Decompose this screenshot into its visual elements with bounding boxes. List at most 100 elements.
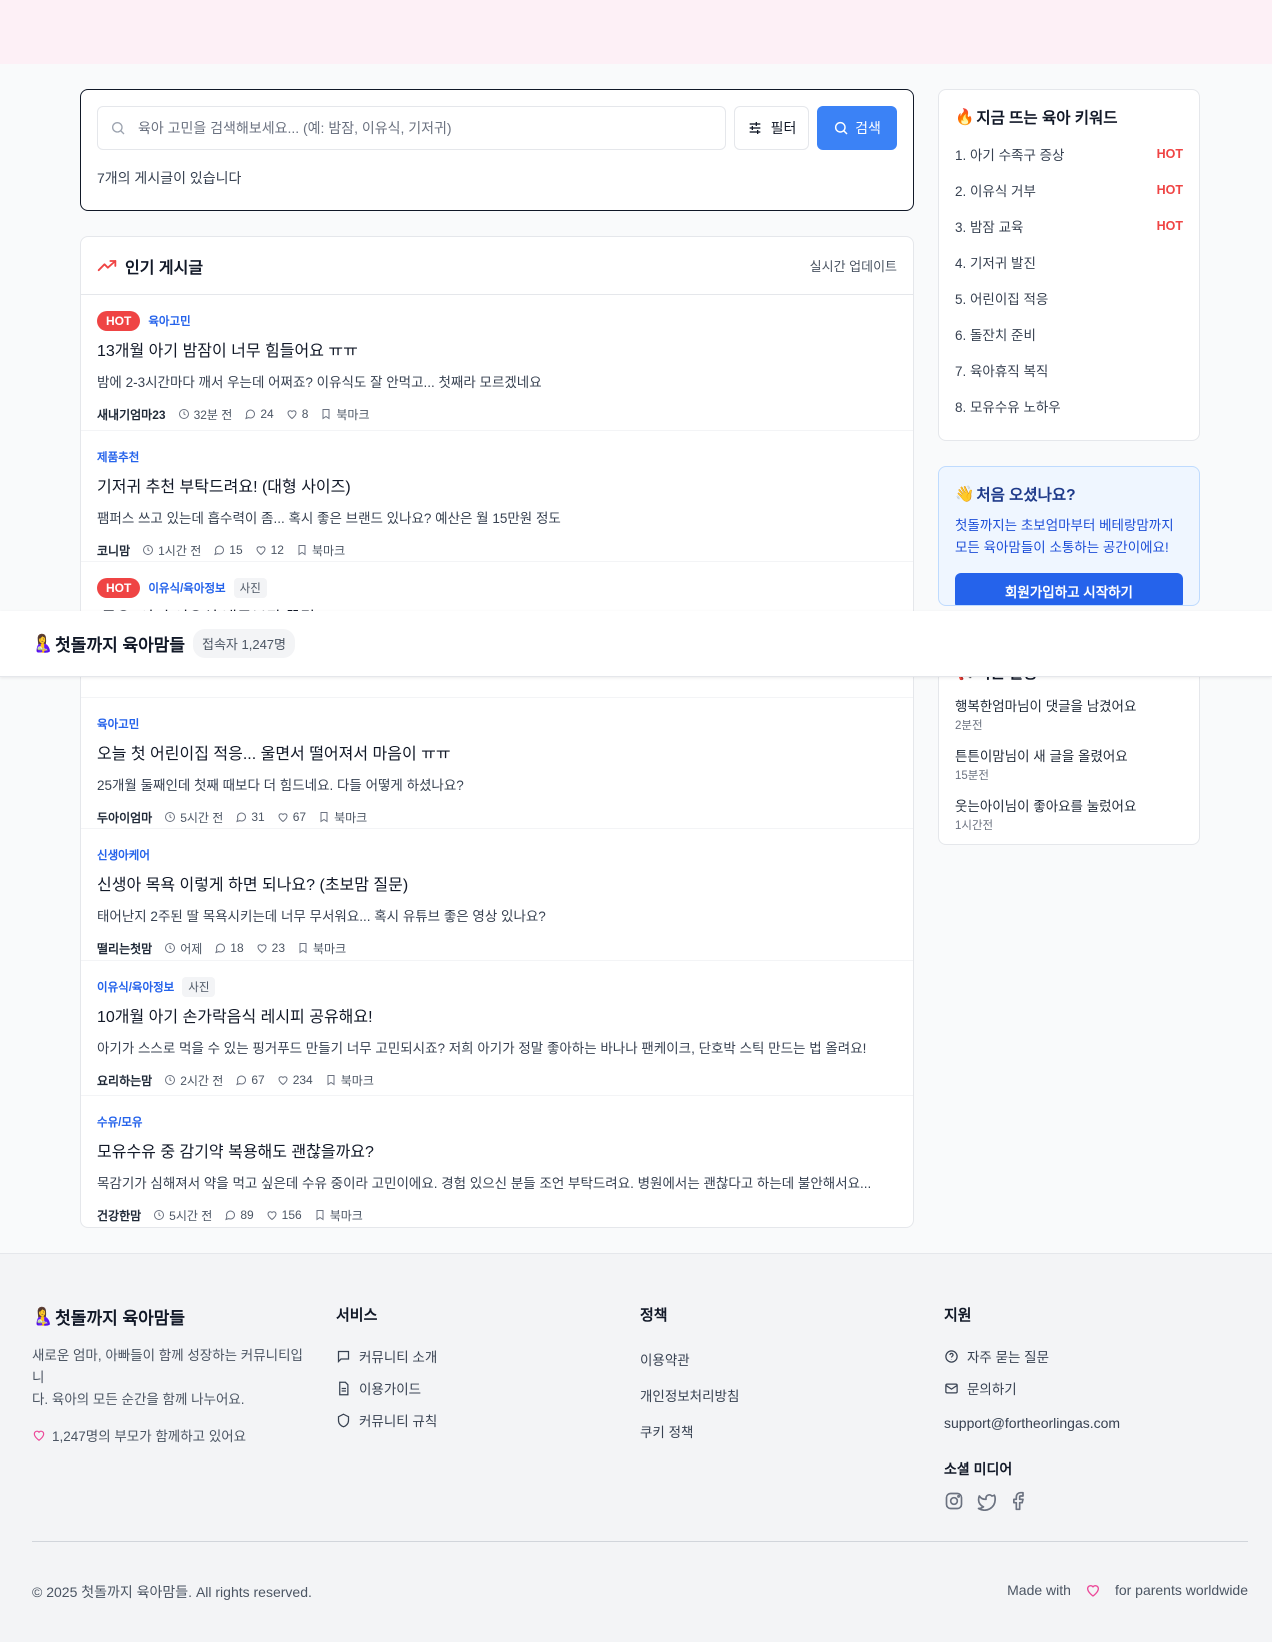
post-time: 5시간 전 [153,1207,212,1224]
service-title: 서비스 [336,1307,378,1324]
search-button[interactable]: 검색 [817,106,897,150]
category-tag[interactable]: 수유/모유 [97,1114,143,1130]
post-likes[interactable]: 8 [286,407,308,421]
welcome-card: 👋 처음 오셨나요? 첫돌까지는 초보엄마부터 베테랑맘까지 모든 육아맘들이 소… [938,466,1200,606]
clock-icon [165,812,176,822]
time-text: 1시간 전 [158,543,202,558]
footer-link-rules[interactable]: 커뮤니티 규칙 [336,1411,640,1429]
hot-badge: HOT [97,578,141,598]
like-count: 67 [292,810,307,824]
post-author[interactable]: 건강한맘 [97,1207,141,1224]
post-item[interactable]: 육아고민 오늘 첫 어린이집 적응... 울면서 떨어져서 마음이 ㅠㅠ 25개… [81,698,913,829]
footer-link-contact[interactable]: 문의하기 [944,1379,1248,1397]
category-tag[interactable]: 육아고민 [148,313,190,329]
mail-icon [945,1383,958,1393]
instagram-icon[interactable] [944,1491,964,1511]
activity-item[interactable]: 튼튼이맘님이 새 글을 올렸어요 15분전 [955,745,1183,783]
post-likes[interactable]: 23 [256,941,285,955]
heart-icon [1086,1585,1099,1597]
keyword-item[interactable]: 4. 기저귀 발진 [955,244,1183,280]
welcome-title-text: 처음 오셨나요? [976,487,1076,504]
bookmark-icon [322,409,330,420]
post-author[interactable]: 코니맘 [97,542,130,559]
footer: 🤱 첫돌까지 육아맘들 새로운 엄마, 아빠들이 함께 성장하는 커뮤니티입니 다… [0,1253,1272,1642]
post-title[interactable]: 신생아 목욕 이렇게 하면 되나요? (초보맘 질문) [97,871,897,895]
support-email[interactable]: support@fortheorlingas.com [944,1415,1248,1431]
post-author[interactable]: 요리하는맘 [97,1072,152,1089]
keyword-item[interactable]: 6. 돌잔치 준비 [955,316,1183,352]
post-tags: HOT 이유식/육아정보 사진 [97,578,897,598]
keyword-item[interactable]: 7. 육아휴직 복직 [955,352,1183,388]
post-likes[interactable]: 12 [255,543,284,557]
bookmark-button[interactable]: 북마크 [297,940,346,957]
post-comments: 31 [235,810,265,824]
made-with-text: Made with [1007,1582,1071,1598]
keyword-label: 5. 어린이집 적응 [955,292,1049,307]
footer-service: 서비스 커뮤니티 소개 이용가이드 커뮤니티 규칙 [336,1304,640,1511]
keyword-label: 3. 밤잠 교육 [955,220,1024,235]
keyword-item[interactable]: 2. 이유식 거부 HOT [955,172,1183,208]
footer-link-privacy[interactable]: 개인정보처리방침 [640,1385,944,1404]
category-tag[interactable]: 이유식/육아정보 [148,580,225,596]
post-item[interactable]: HOT 육아고민 13개월 아기 밤잠이 너무 힘들어요 ㅠㅠ 밤에 2-3시간… [81,295,913,431]
signup-button[interactable]: 회원가입하고 시작하기 [955,573,1183,605]
category-tag[interactable]: 신생아케어 [97,847,150,863]
clock-icon [154,1210,165,1220]
bookmark-button[interactable]: 북마크 [318,809,367,826]
footer-link-faq[interactable]: 자주 묻는 질문 [944,1347,1248,1365]
post-likes[interactable]: 156 [266,1208,302,1222]
activity-item[interactable]: 행복한엄마님이 댓글을 남겼어요 2분전 [955,695,1183,733]
search-box[interactable] [97,106,726,150]
post-author[interactable]: 떨리는첫맘 [97,940,152,957]
post-author[interactable]: 새내기엄마23 [97,406,166,423]
post-item[interactable]: 신생아케어 신생아 목욕 이렇게 하면 되나요? (초보맘 질문) 태어난지 2… [81,829,913,961]
post-title[interactable]: 오늘 첫 어린이집 적응... 울면서 떨어져서 마음이 ㅠㅠ [97,740,897,764]
copyright: © 2025 첫돌까지 육아맘들. All rights reserved. [32,1584,312,1600]
keyword-item[interactable]: 8. 모유수유 노하우 [955,388,1183,424]
post-author[interactable]: 두아이엄마 [97,809,152,826]
filter-button[interactable]: 필터 [734,106,809,150]
twitter-icon[interactable] [976,1491,996,1511]
bookmark-button[interactable]: 북마크 [314,1207,363,1224]
post-title[interactable]: 모유수유 중 감기약 복용해도 괜찮을까요? [97,1138,897,1162]
category-tag[interactable]: 이유식/육아정보 [97,979,174,995]
post-likes[interactable]: 234 [277,1073,313,1087]
category-tag[interactable]: 제품추천 [97,449,139,465]
comment-icon [245,409,256,420]
activity-item[interactable]: 웃는아이님이 좋아요를 눌렀어요 1시간전 [955,795,1183,833]
post-likes[interactable]: 67 [277,810,306,824]
bookmark-button[interactable]: 북마크 [325,1072,374,1089]
bookmark-button[interactable]: 북마크 [320,406,370,423]
facebook-icon[interactable] [1008,1491,1028,1511]
parents-count: 1,247명의 부모가 함께하고 있어요 [32,1425,336,1445]
footer-link-terms[interactable]: 이용약관 [640,1349,944,1368]
bookmark-button[interactable]: 북마크 [296,542,345,559]
keyword-item[interactable]: 1. 아기 수족구 증상 HOT [955,136,1183,172]
post-item[interactable]: 수유/모유 모유수유 중 감기약 복용해도 괜찮을까요? 목감기가 심해져서 약… [81,1096,913,1227]
sliders-icon [747,120,763,136]
post-meta: 건강한맘 5시간 전 89 156 북마크 [97,1206,897,1224]
post-excerpt: 태어난지 2주된 딸 목욕시키는데 너무 무서워요... 혹시 유튜브 좋은 영… [97,909,546,924]
post-item[interactable]: 이유식/육아정보 사진 10개월 아기 손가락음식 레시피 공유해요! 아기가 … [81,961,913,1096]
posts-title-text: 인기 게시글 [125,259,204,277]
post-item[interactable]: 제품추천 기저귀 추천 부탁드려요! (대형 사이즈) 팸퍼스 쓰고 있는데 흡… [81,431,913,562]
post-title[interactable]: 13개월 아기 밤잠이 너무 힘들어요 ㅠㅠ [97,337,897,361]
activity-text: 웃는아이님이 좋아요를 눌렀어요 [955,799,1137,814]
post-title[interactable]: 10개월 아기 손가락음식 레시피 공유해요! [97,1003,897,1027]
keyword-item[interactable]: 3. 밤잠 교육 HOT [955,208,1183,244]
comment-count: 67 [251,1073,265,1087]
footer-link-community-intro[interactable]: 커뮤니티 소개 [336,1347,640,1365]
search-card: 필터 검색 7개의 게시글이 있습니다 [80,89,914,211]
comment-icon [214,545,225,556]
footer-brand-text: 첫돌까지 육아맘들 [55,1309,186,1328]
search-input[interactable] [138,120,713,136]
footer-link-cookies[interactable]: 쿠키 정책 [640,1421,944,1440]
post-meta: 코니맘 1시간 전 15 12 북마크 [97,541,897,559]
post-title[interactable]: 기저귀 추천 부탁드려요! (대형 사이즈) [97,473,897,497]
category-tag[interactable]: 육아고민 [97,716,139,732]
search-row: 필터 검색 [97,106,897,150]
keyword-item[interactable]: 5. 어린이집 적응 [955,280,1183,316]
footer-link-guide[interactable]: 이용가이드 [336,1379,640,1397]
site-logo[interactable]: 🤱 첫돌까지 육아맘들 [32,631,185,656]
post-excerpt: 아기가 스스로 먹을 수 있는 핑거푸드 만들기 너무 고민되시죠? 저희 아기… [97,1041,867,1056]
